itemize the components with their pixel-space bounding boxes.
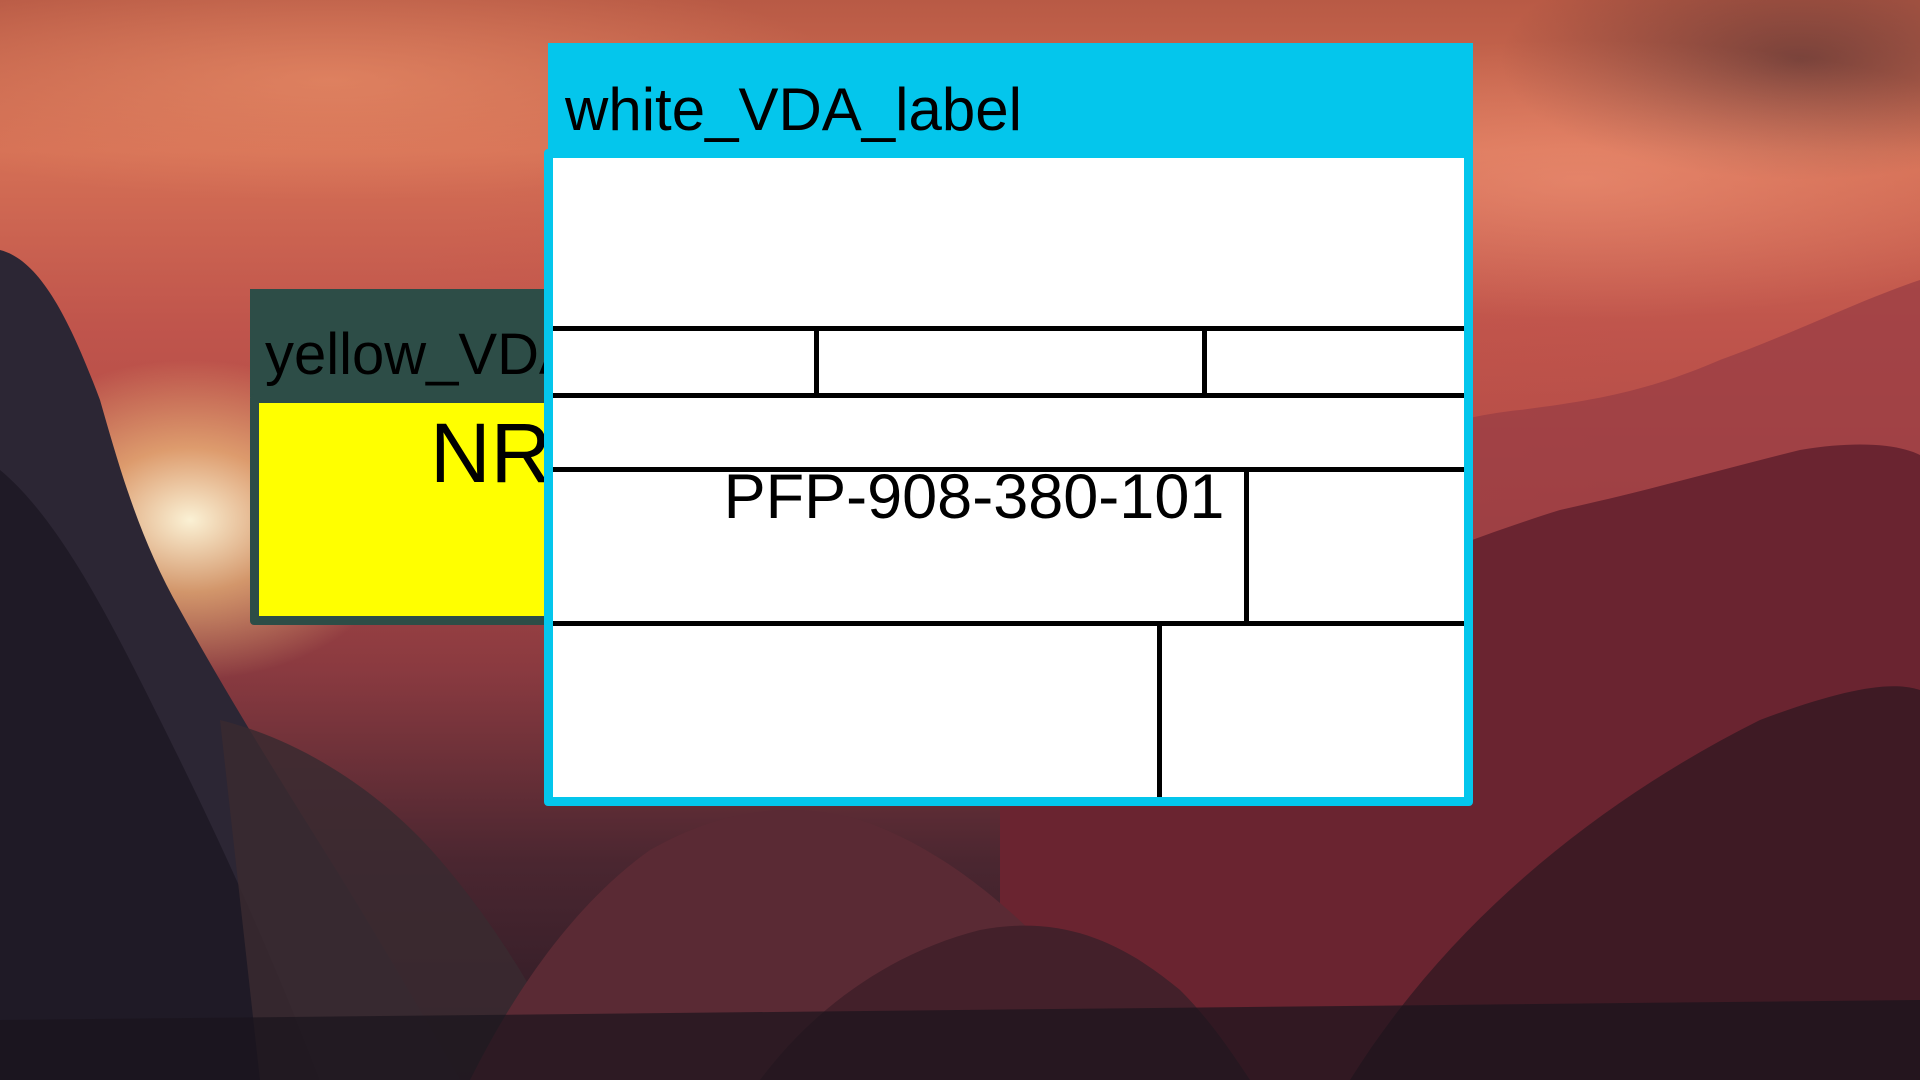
grid-line [553,621,1464,626]
grid-line [1157,621,1162,797]
part-number-text: PFP-908-380-101 [723,462,1225,532]
window-titlebar[interactable]: white_VDA_label [548,43,1473,161]
grid-line [1244,467,1249,623]
window-title: white_VDA_label [565,76,1022,143]
white-label-canvas[interactable]: PFP-908-380-101 [544,149,1473,806]
white-vda-label-window[interactable]: white_VDA_label PFP-908-380-101 [544,43,1473,806]
grid-line [1202,326,1207,396]
grid-line [553,326,1464,331]
label-text: NR [430,406,552,500]
grid-line [814,326,819,396]
grid-line [553,467,1464,472]
grid-line [553,393,1464,398]
